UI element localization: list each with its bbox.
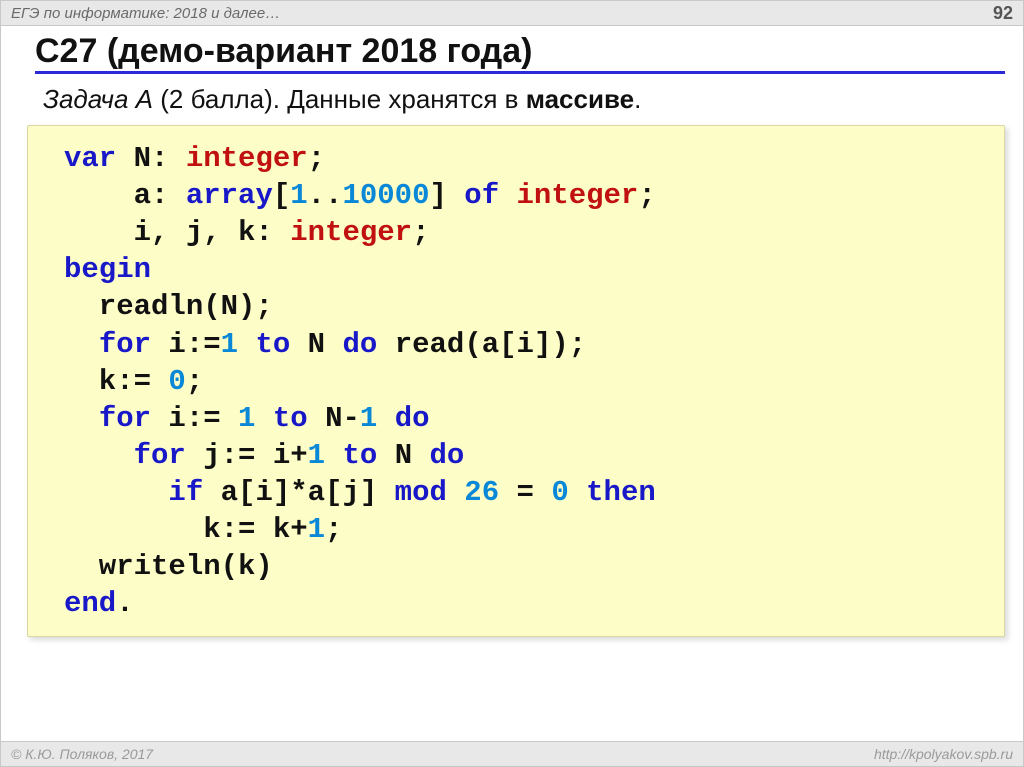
kw-mod: mod [395,476,447,509]
num: 0 [551,476,568,509]
code-text: ; [638,179,655,212]
code-text [64,328,99,361]
code-text [499,179,516,212]
code-text: i:= [151,328,221,361]
code-text: i:= [151,402,238,435]
code-text [64,439,134,472]
code-text: [ [273,179,290,212]
task-label: Задача А [43,84,153,114]
code-text: .. [308,179,343,212]
num: 0 [168,365,185,398]
type-integer: integer [186,142,308,175]
breadcrumb: ЕГЭ по информатике: 2018 и далее… [11,5,280,22]
subtitle-text-2: . [634,84,641,114]
code-text: k:= [64,365,168,398]
code-text [325,439,342,472]
code-text [447,476,464,509]
footer-url: http://kpolyakov.spb.ru [874,746,1013,762]
code-text: N: [116,142,186,175]
code-text: N [290,328,342,361]
code-text: N- [308,402,360,435]
code-text: readln(N); [64,290,273,323]
code-text: read(a[i]); [377,328,586,361]
num: 1 [238,402,255,435]
code-text: ; [325,513,342,546]
code-text [377,402,394,435]
code-text [569,476,586,509]
type-integer: integer [517,179,639,212]
code-text: ; [308,142,325,175]
code-text: k:= k+ [64,513,308,546]
subtitle: Задача А (2 балла). Данные хранятся в ма… [43,84,997,115]
topbar: ЕГЭ по информатике: 2018 и далее… 92 [1,1,1023,26]
kw-for: for [99,402,151,435]
code-text [238,328,255,361]
kw-do: do [343,328,378,361]
code-text: ; [412,216,429,249]
code-text: i, j, k: [64,216,290,249]
kw-of: of [464,179,499,212]
score-text: (2 балла). [153,84,287,114]
page-title: С27 (демо-вариант 2018 года) [35,32,1005,74]
num: 26 [464,476,499,509]
num: 1 [308,513,325,546]
code-text: N [377,439,429,472]
kw-if: if [168,476,203,509]
code-text: j:= i+ [186,439,308,472]
num: 10000 [342,179,429,212]
footer: © К.Ю. Поляков, 2017 http://kpolyakov.sp… [1,741,1023,766]
code-text: ] [429,179,464,212]
num: 1 [221,328,238,361]
kw-to: to [342,439,377,472]
subtitle-text-1: Данные хранятся в [287,84,525,114]
kw-var: var [64,142,116,175]
content: С27 (демо-вариант 2018 года) Задача А (2… [1,26,1023,741]
kw-do: do [395,402,430,435]
kw-begin: begin [64,253,151,286]
kw-for: for [99,328,151,361]
type-integer: integer [290,216,412,249]
kw-for: for [134,439,186,472]
num: 1 [308,439,325,472]
kw-do: do [430,439,465,472]
code-text: writeln(k) [64,550,273,583]
num: 1 [290,179,307,212]
kw-to: to [273,402,308,435]
code-text: = [499,476,551,509]
kw-then: then [586,476,656,509]
page-number: 92 [993,3,1013,24]
kw-end: end [64,587,116,620]
code-text [255,402,272,435]
code-text [64,402,99,435]
code-block: var N: integer; a: array[1..10000] of in… [27,125,1005,637]
code-text: a[i]*a[j] [203,476,394,509]
code-text: ; [186,365,203,398]
copyright: © К.Ю. Поляков, 2017 [11,746,153,762]
kw-to: to [255,328,290,361]
kw-array: array [186,179,273,212]
slide: ЕГЭ по информатике: 2018 и далее… 92 С27… [0,0,1024,767]
code-text: . [116,587,133,620]
subtitle-bold: массиве [526,84,634,114]
num: 1 [360,402,377,435]
code-text [64,476,168,509]
code-text: a: [64,179,186,212]
